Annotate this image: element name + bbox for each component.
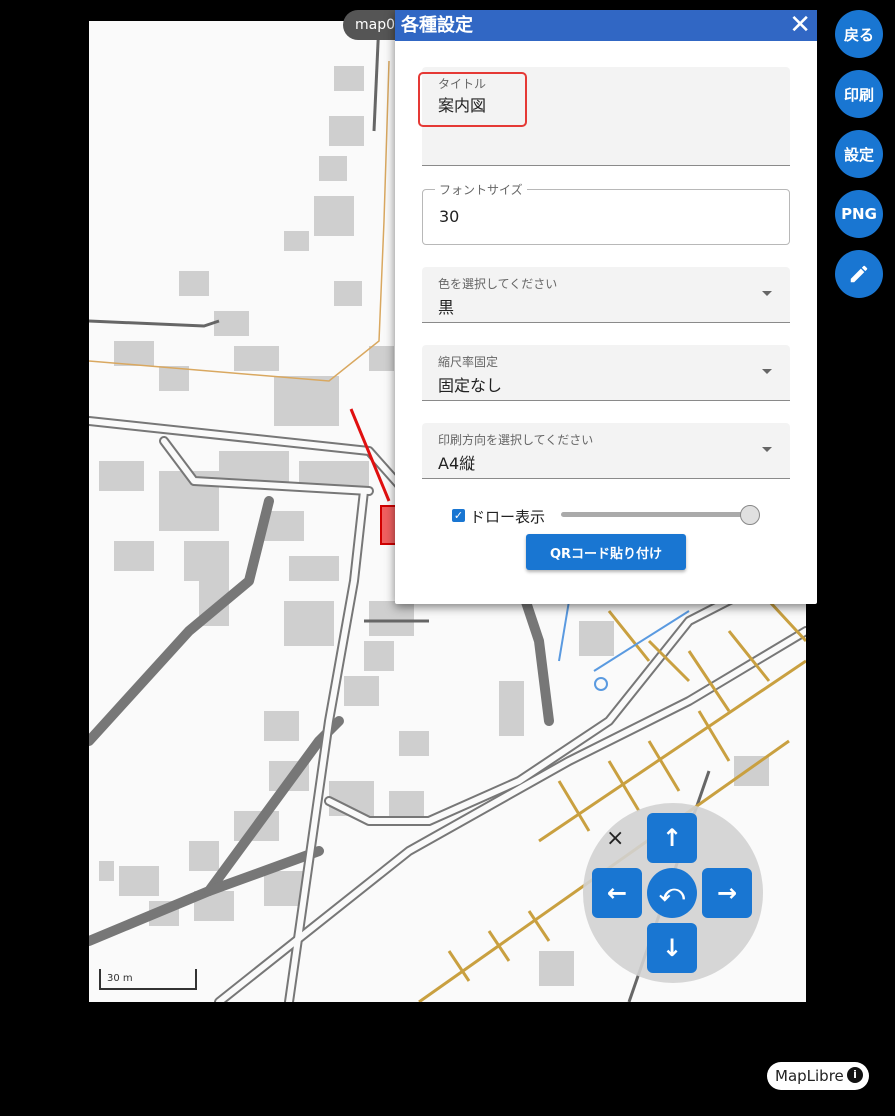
print-direction-select[interactable]: 印刷方向を選択してください A4縦 xyxy=(422,423,790,479)
color-select-label: 色を選択してください xyxy=(438,277,558,291)
pan-up-button[interactable]: ↑ xyxy=(647,813,697,863)
slider-thumb[interactable] xyxy=(740,505,760,525)
draw-display-label: ドロー表示 xyxy=(470,508,546,526)
dialog-title: 各種設定 xyxy=(401,15,473,36)
font-size-field[interactable]: フォントサイズ 30 xyxy=(422,181,790,245)
dialog-header: 各種設定 ✕ xyxy=(395,10,817,41)
back-button[interactable]: 戻る xyxy=(835,10,883,58)
font-size-value: 30 xyxy=(439,207,460,226)
chevron-down-icon xyxy=(762,447,772,452)
color-select-value: 黒 xyxy=(438,298,455,317)
reset-rotation-button[interactable]: ⤺ xyxy=(647,868,697,918)
arrow-left-icon: ← xyxy=(606,879,628,907)
undo-icon: ⤺ xyxy=(659,879,685,907)
print-button[interactable]: 印刷 xyxy=(835,70,883,118)
arrow-up-icon: ↑ xyxy=(661,824,683,852)
draw-display-checkbox[interactable]: ✓ xyxy=(452,509,465,522)
print-direction-value: A4縦 xyxy=(438,454,476,473)
attribution-label: MapLibre xyxy=(775,1067,844,1085)
pan-left-button[interactable]: ← xyxy=(592,868,642,918)
arrow-down-icon: ↓ xyxy=(661,934,683,962)
scale-bar: 30 m xyxy=(99,969,197,990)
close-icon[interactable]: × xyxy=(606,826,624,851)
chevron-down-icon xyxy=(762,369,772,374)
edit-button[interactable] xyxy=(835,250,883,298)
scale-fixed-label: 縮尺率固定 xyxy=(438,355,499,369)
title-highlight xyxy=(418,72,527,127)
settings-button[interactable]: 設定 xyxy=(835,130,883,178)
qr-paste-button[interactable]: QRコード貼り付け xyxy=(526,534,686,570)
pan-down-button[interactable]: ↓ xyxy=(647,923,697,973)
png-button[interactable]: PNG xyxy=(835,190,883,238)
font-size-label: フォントサイズ xyxy=(435,181,527,198)
draw-opacity-slider[interactable] xyxy=(561,512,751,517)
pan-right-button[interactable]: → xyxy=(702,868,752,918)
scale-fixed-value: 固定なし xyxy=(438,376,503,395)
chevron-down-icon xyxy=(762,291,772,296)
close-icon[interactable]: ✕ xyxy=(789,10,811,41)
scale-fixed-select[interactable]: 縮尺率固定 固定なし xyxy=(422,345,790,401)
settings-dialog: 各種設定 ✕ タイトル 案内図 フォントサイズ 30 色を選択してください 黒 … xyxy=(395,10,817,604)
color-select[interactable]: 色を選択してください 黒 xyxy=(422,267,790,323)
pencil-icon xyxy=(850,265,868,283)
print-direction-label: 印刷方向を選択してください xyxy=(438,433,594,447)
info-icon[interactable]: i xyxy=(847,1067,863,1083)
attribution[interactable]: MapLibre i xyxy=(767,1062,869,1090)
arrow-right-icon: → xyxy=(716,879,738,907)
